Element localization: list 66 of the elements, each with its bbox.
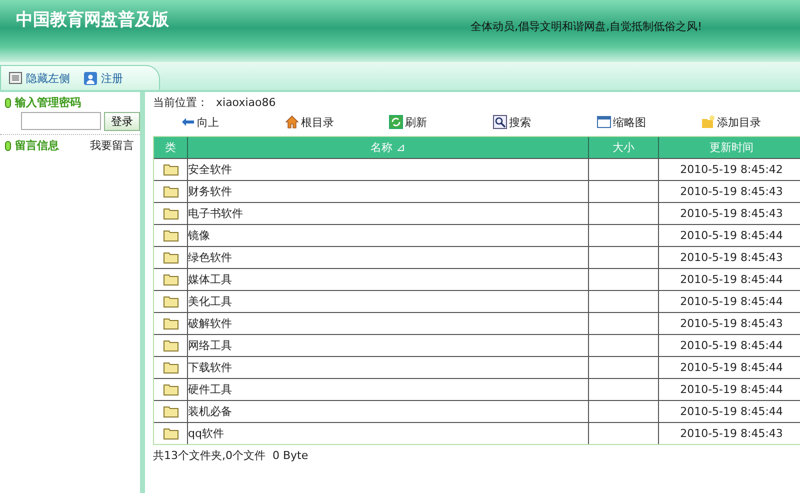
- folder-name[interactable]: 装机必备: [188, 404, 232, 419]
- folder-icon: [162, 427, 178, 440]
- toolbar-link[interactable]: 向上: [181, 114, 285, 130]
- password-field[interactable]: [21, 112, 101, 130]
- bullet-icon: [5, 140, 11, 150]
- date-cell: 2010-5-19 8:45:43: [680, 207, 783, 220]
- toolbar-link[interactable]: 搜索: [493, 114, 597, 130]
- date-cell: 2010-5-19 8:45:43: [680, 185, 783, 198]
- bullet-icon: [5, 98, 11, 108]
- folder-icon: [162, 361, 178, 374]
- date-cell: 2010-5-19 8:45:43: [680, 251, 783, 264]
- folder-icon: [162, 317, 178, 330]
- folder-name[interactable]: 绿色软件: [188, 250, 232, 265]
- location-path: xiaoxiao86: [216, 96, 276, 108]
- nav-link[interactable]: 隐藏左侧: [9, 70, 70, 86]
- folder-icon: [162, 185, 178, 198]
- folder-name[interactable]: 镜像: [188, 228, 210, 243]
- home-icon: [285, 115, 299, 129]
- folder-icon: [162, 251, 178, 264]
- folder-icon: [162, 163, 178, 176]
- date-cell: 2010-5-19 8:45:44: [680, 273, 783, 286]
- folder-name[interactable]: 破解软件: [188, 316, 232, 331]
- folder-name[interactable]: 媒体工具: [188, 272, 232, 287]
- folder-name[interactable]: 硬件工具: [188, 382, 232, 397]
- toolbar-link[interactable]: 根目录: [285, 114, 389, 130]
- folder-icon: [162, 339, 178, 352]
- slogan-text: 全体动员,倡导文明和谐网盘,自觉抵制低俗之风!: [470, 19, 703, 34]
- user-icon: [84, 72, 97, 84]
- folder-icon: [162, 295, 178, 308]
- date-cell: 2010-5-19 8:45:44: [680, 405, 783, 418]
- search-icon: [493, 115, 507, 129]
- summary-text: 共13个文件夹,0个文件 0 Byte: [153, 448, 310, 463]
- toolbar-link[interactable]: 添加目录: [701, 114, 800, 130]
- message-link[interactable]: 我要留言: [90, 138, 134, 153]
- folder-icon: [701, 115, 715, 129]
- folder-icon: [162, 229, 178, 242]
- login-button[interactable]: 登录: [104, 112, 140, 131]
- toolbar-link[interactable]: 刷新: [389, 114, 493, 130]
- date-cell: 2010-5-19 8:45:44: [680, 361, 783, 374]
- folder-name[interactable]: 美化工具: [188, 294, 232, 309]
- toolbar-link[interactable]: 缩略图: [597, 114, 701, 130]
- section-title: 留言信息: [15, 138, 59, 153]
- folder-name[interactable]: 网络工具: [188, 338, 232, 353]
- refresh-icon: [389, 115, 403, 129]
- folder-icon: [162, 405, 178, 418]
- folder-name[interactable]: 安全软件: [188, 162, 232, 177]
- folder-name[interactable]: 电子书软件: [188, 206, 243, 221]
- folder-name[interactable]: 下载软件: [188, 360, 232, 375]
- date-cell: 2010-5-19 8:45:44: [680, 339, 783, 352]
- panel-icon: [9, 72, 22, 84]
- date-cell: 2010-5-19 8:45:44: [680, 295, 783, 308]
- site-title: 中国教育网盘普及版: [15, 9, 169, 31]
- date-cell: 2010-5-19 8:45:43: [680, 427, 783, 440]
- folder-name[interactable]: qq软件: [188, 426, 224, 441]
- folder-name[interactable]: 财务软件: [188, 184, 232, 199]
- folder-icon: [162, 273, 178, 286]
- nav-link[interactable]: 注册: [84, 70, 123, 86]
- location-label: 当前位置：: [153, 94, 208, 110]
- folder-icon: [162, 383, 178, 396]
- date-cell: 2010-5-19 8:45:44: [680, 383, 783, 396]
- window-icon: [597, 115, 611, 129]
- date-cell: 2010-5-19 8:45:44: [680, 229, 783, 242]
- date-cell: 2010-5-19 8:45:42: [680, 163, 783, 176]
- folder-icon: [162, 207, 178, 220]
- section-title: 输入管理密码: [15, 95, 81, 110]
- date-cell: 2010-5-19 8:45:43: [680, 317, 783, 330]
